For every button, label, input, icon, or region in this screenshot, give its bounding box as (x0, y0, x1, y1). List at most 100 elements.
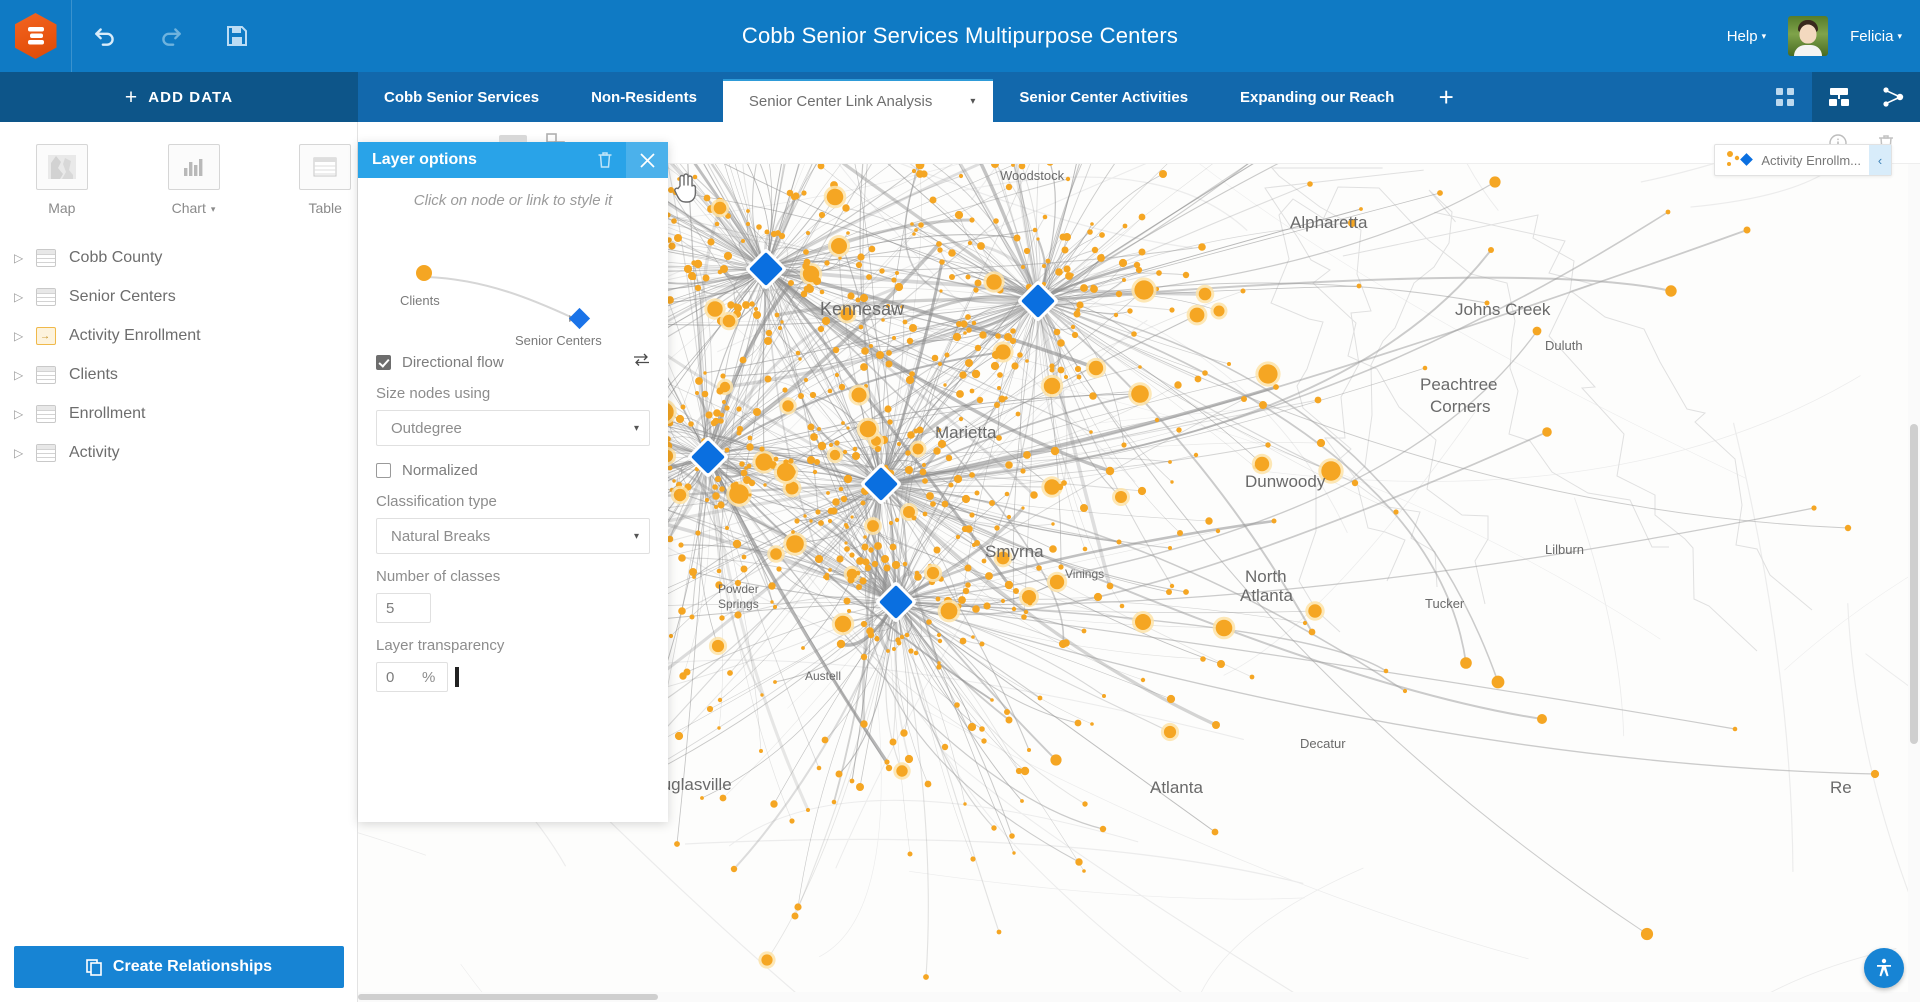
layer-list: ▷ Cobb County ▷ Senior Centers ▷ → Activ… (0, 238, 357, 472)
panel-body: Click on node or link to style it Client… (358, 178, 668, 692)
scrollbar-thumb[interactable] (358, 994, 658, 1000)
node-link-legend[interactable]: Clients Senior Centers (376, 215, 650, 345)
layer-label: Enrollment (69, 405, 145, 423)
normalized-row: Normalized (376, 462, 650, 479)
map-label: Johns Creek (1455, 300, 1551, 319)
map-label: Austell (805, 669, 841, 683)
tab-label: Cobb Senior Services (384, 89, 539, 106)
grid-view-icon (1774, 86, 1796, 108)
layer-item-activity-enrollment[interactable]: ▷ → Activity Enrollment (0, 316, 357, 355)
view-chart-text: Chart (172, 200, 206, 216)
expand-arrow-icon[interactable]: ▷ (14, 408, 36, 420)
left-sidebar: Map Chart ▾ (0, 122, 358, 1002)
logo-hexagon-icon (15, 13, 57, 59)
view-chart-label: Chart ▾ (162, 200, 226, 216)
accessibility-button[interactable] (1864, 948, 1904, 988)
bar-chart-glyph-icon (180, 155, 208, 179)
view-table[interactable]: Table (293, 144, 357, 216)
save-button[interactable] (204, 0, 270, 72)
tab-cobb-senior-services[interactable]: Cobb Senior Services (358, 72, 565, 122)
view-map-label: Map (30, 200, 94, 216)
directional-flow-label: Directional flow (402, 354, 633, 371)
classification-type-label: Classification type (376, 493, 650, 510)
map-label: Corners (1430, 397, 1490, 416)
close-icon (638, 151, 657, 170)
layer-label: Cobb County (69, 249, 162, 267)
layer-transparency-row: 0 % (376, 662, 650, 692)
chevron-down-icon[interactable]: ▾ (970, 96, 975, 107)
help-menu[interactable]: Help▾ (1727, 28, 1766, 45)
legend-collapse-button[interactable]: ‹ (1869, 145, 1891, 175)
panel-close-button[interactable] (626, 142, 668, 178)
expand-arrow-icon[interactable]: ▷ (14, 447, 36, 459)
view-table-label: Table (293, 200, 357, 216)
legend-client-node (416, 265, 432, 281)
map-label: Marietta (935, 423, 997, 442)
classification-type-select[interactable]: Natural Breaks ▾ (376, 518, 650, 554)
undo-button[interactable] (72, 0, 138, 72)
layer-transparency-unit: % (422, 669, 435, 686)
layer-options-panel: Layer options Click on node or link to s… (358, 142, 668, 822)
arrow-glyph-icon: → (40, 332, 50, 342)
classification-type-value: Natural Breaks (391, 528, 634, 545)
panel-hint: Click on node or link to style it (376, 192, 650, 209)
expand-arrow-icon[interactable]: ▷ (14, 369, 36, 381)
layer-item-enrollment[interactable]: ▷ Enrollment (0, 394, 357, 433)
directional-flow-row: Directional flow (376, 353, 650, 371)
redo-button[interactable] (138, 0, 204, 72)
grid-view-button[interactable] (1758, 72, 1812, 122)
create-relationships-button[interactable]: Create Relationships (14, 946, 344, 988)
tab-senior-center-activities[interactable]: Senior Center Activities (993, 72, 1214, 122)
map-label: Woodstock (1000, 168, 1065, 183)
avatar[interactable] (1788, 16, 1828, 56)
user-label: Felicia (1850, 28, 1893, 45)
normalized-checkbox[interactable] (376, 463, 391, 478)
legend-symbols-icon (1725, 149, 1759, 171)
expand-arrow-icon[interactable]: ▷ (14, 291, 36, 303)
chevron-down-icon: ▾ (1897, 31, 1902, 42)
layer-item-cobb-county[interactable]: ▷ Cobb County (0, 238, 357, 277)
map-label: Smyrna (985, 542, 1044, 561)
link-analysis-icon (1881, 86, 1905, 108)
directional-flow-checkbox[interactable] (376, 355, 391, 370)
view-map[interactable]: Map (30, 144, 94, 216)
layer-item-clients[interactable]: ▷ Clients (0, 355, 357, 394)
card-view-button[interactable] (1812, 72, 1866, 122)
top-bar-right: Help▾ Felicia ▾ (1727, 0, 1902, 72)
new-tab-button[interactable]: + (1420, 72, 1472, 122)
app-logo[interactable] (0, 0, 72, 72)
save-icon (225, 24, 249, 48)
add-data-button[interactable]: + ADD DATA (0, 72, 358, 122)
expand-arrow-icon[interactable]: ▷ (14, 252, 36, 264)
tab-senior-center-link-analysis[interactable]: Senior Center Link Analysis ▾ (723, 79, 993, 122)
map-label: Re (1830, 778, 1852, 797)
panel-delete-button[interactable] (584, 142, 626, 178)
avatar-face (1800, 25, 1817, 44)
layer-item-senior-centers[interactable]: ▷ Senior Centers (0, 277, 357, 316)
map-label: Lilburn (1545, 542, 1584, 557)
user-menu[interactable]: Felicia ▾ (1850, 28, 1902, 45)
undo-icon (92, 23, 118, 49)
layer-item-activity[interactable]: ▷ Activity (0, 433, 357, 472)
map-vertical-scrollbar[interactable] (1908, 164, 1920, 1002)
map-horizontal-scrollbar[interactable] (358, 992, 1908, 1002)
expand-arrow-icon[interactable]: ▷ (14, 330, 36, 342)
avatar-body (1794, 45, 1822, 56)
map-legend[interactable]: Activity Enrollm... ‹ (1714, 144, 1892, 176)
size-nodes-using-select[interactable]: Outdegree ▾ (376, 410, 650, 446)
scrollbar-thumb[interactable] (1910, 424, 1918, 744)
number-of-classes-input[interactable]: 5 (376, 593, 431, 623)
swap-direction-button[interactable] (633, 353, 650, 371)
tab-expanding-our-reach[interactable]: Expanding our Reach (1214, 72, 1420, 122)
size-nodes-using-value: Outdegree (391, 420, 634, 437)
legend-diagram-svg (376, 215, 650, 340)
panel-drag-handle[interactable] (499, 135, 527, 142)
link-analysis-button[interactable] (1866, 72, 1920, 122)
chevron-down-icon[interactable]: ▾ (211, 204, 216, 214)
view-chart[interactable]: Chart ▾ (162, 144, 226, 216)
legend-source-label: Clients (400, 293, 440, 308)
legend-link-line (426, 277, 573, 318)
tab-non-residents[interactable]: Non-Residents (565, 72, 723, 122)
panel-title: Layer options (372, 151, 584, 169)
layer-transparency-input[interactable]: 0 (376, 662, 448, 692)
